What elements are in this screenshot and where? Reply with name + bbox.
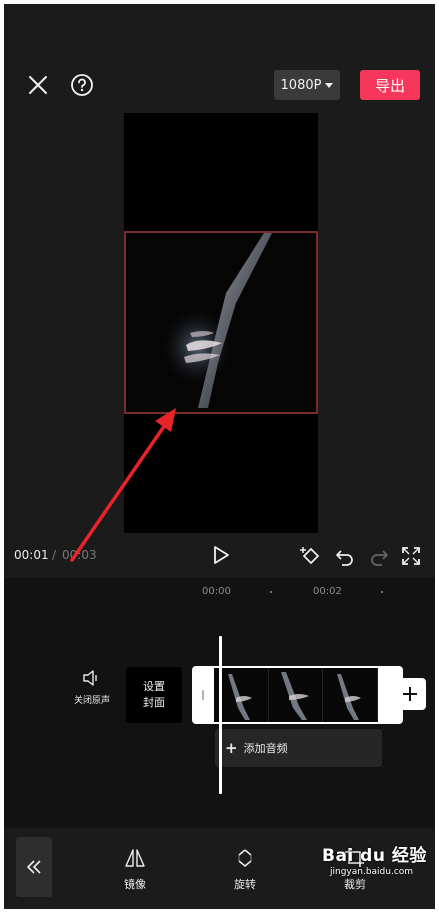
- annotation-arrow: [70, 408, 176, 562]
- app-screen: 1080P 导出 00:01 / 00:03 00:00 00:02 关闭原声 …: [4, 4, 435, 909]
